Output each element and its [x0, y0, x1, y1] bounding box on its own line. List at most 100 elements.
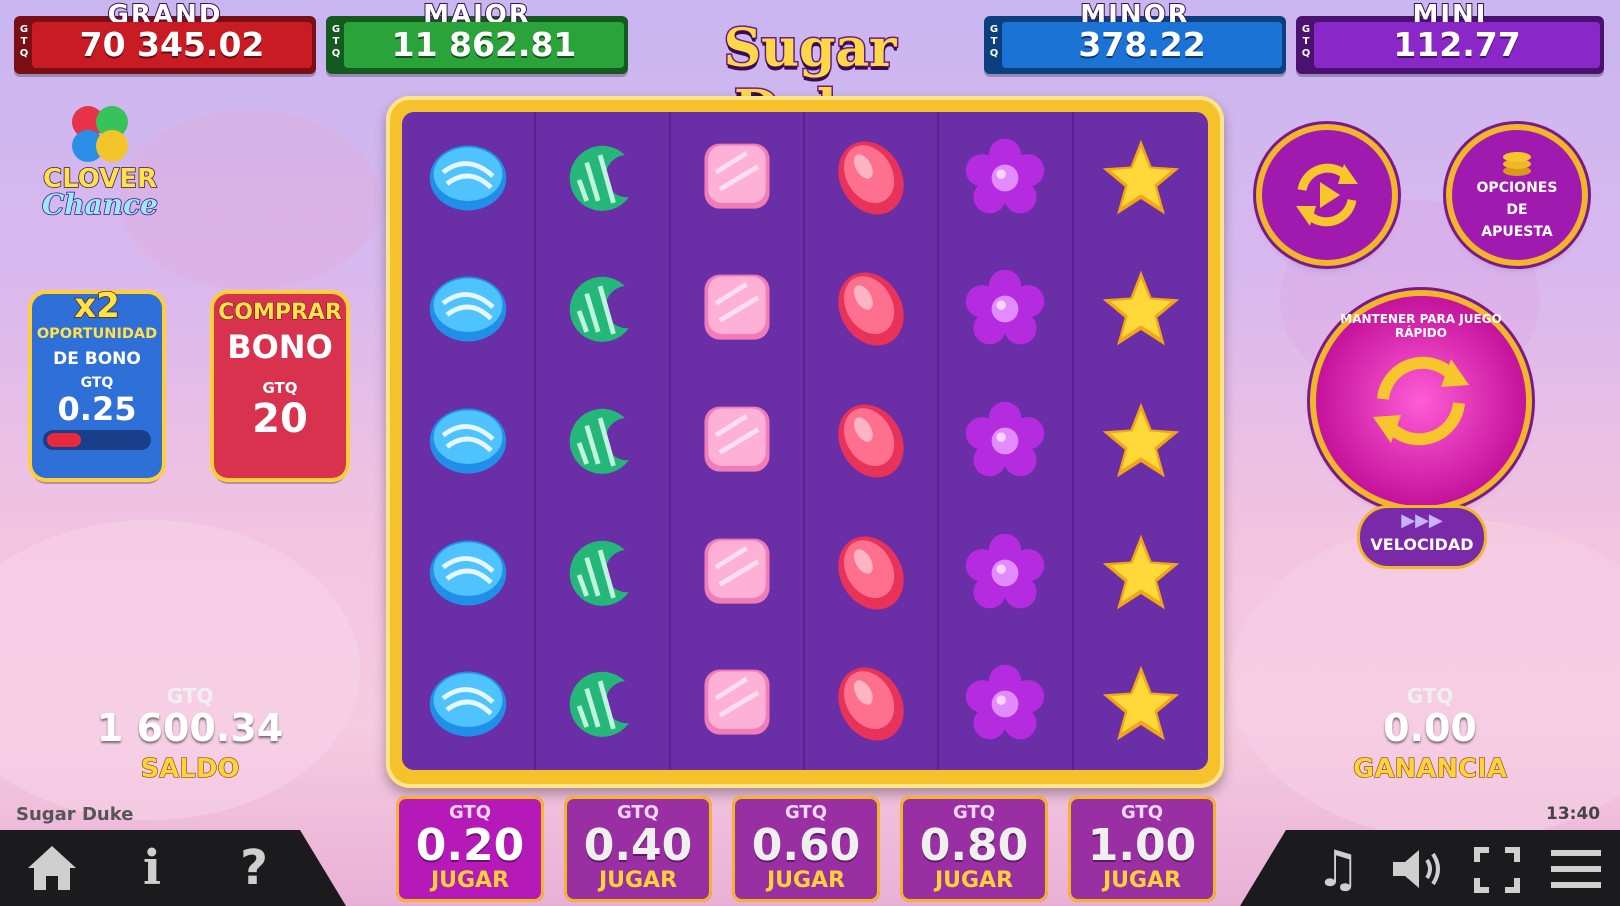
- reel-cell: [939, 112, 1074, 244]
- speed-button[interactable]: ▶▶▶ VELOCIDAD: [1360, 508, 1484, 566]
- reel-cell: [805, 506, 940, 639]
- pink-square-candy-icon: [704, 406, 770, 472]
- purple-flower-candy-icon: [966, 533, 1045, 608]
- reels-board: [386, 96, 1224, 788]
- home-button[interactable]: [20, 842, 84, 898]
- win-currency: GTQ: [1406, 684, 1454, 708]
- help-button[interactable]: ?: [232, 838, 276, 898]
- bet-button-1[interactable]: GTQ 0.20 JUGAR: [396, 796, 544, 902]
- music-button[interactable]: ♫: [1310, 840, 1366, 898]
- reel-cell: [805, 112, 940, 244]
- jackpot-minor-value: 378.22: [1002, 22, 1282, 68]
- speaker-icon: [1393, 850, 1440, 888]
- bonus-chance-value: 0.25: [57, 390, 137, 428]
- pink-square-candy-icon: [704, 669, 770, 735]
- fullscreen-button[interactable]: [1472, 846, 1522, 896]
- footer-clock: 13:40: [1546, 804, 1601, 824]
- green-moon-candy-icon: [570, 145, 630, 211]
- buy-bonus-currency: GTQ: [262, 379, 298, 397]
- sound-button[interactable]: [1388, 844, 1448, 898]
- jackpot-major-currency: G T Q: [331, 24, 341, 59]
- reel-cell: [402, 375, 537, 507]
- bet-amount: 0.60: [751, 820, 861, 871]
- blue-swirl-candy-icon: [429, 671, 507, 737]
- pink-square-candy-icon: [704, 538, 770, 604]
- speed-label: VELOCIDAD: [1370, 535, 1474, 554]
- purple-flower-candy-icon: [966, 270, 1045, 345]
- clover-chance-logo: CLOVER Chance: [30, 100, 170, 230]
- green-moon-candy-icon: [570, 277, 630, 343]
- jackpot-grand-value: 70 345.02: [32, 22, 312, 68]
- red-oval-candy-icon: [838, 536, 904, 610]
- buy-bonus-value: 20: [252, 396, 308, 442]
- bet-button-4[interactable]: GTQ 0.80 JUGAR: [900, 796, 1048, 902]
- reel-cell: [1074, 244, 1208, 376]
- reel-cell: [805, 375, 940, 507]
- autoplay-icon: [1296, 163, 1358, 227]
- yellow-star-candy-icon: [1102, 271, 1180, 346]
- bet-button-5[interactable]: GTQ 1.00 JUGAR: [1068, 796, 1216, 902]
- jackpot-mini-value: 112.77: [1314, 22, 1600, 68]
- bet-amount: 0.80: [919, 820, 1029, 871]
- reel-cell: [536, 638, 671, 770]
- pink-square-candy-icon: [704, 143, 770, 209]
- blue-swirl-candy-icon: [429, 408, 507, 474]
- reel-cell: [1074, 375, 1208, 507]
- reel-cell: [939, 638, 1074, 770]
- blue-swirl-candy-icon: [429, 276, 507, 342]
- music-icon: ♫: [1315, 840, 1361, 898]
- bonus-chance-line2: DE BONO: [53, 349, 141, 369]
- jackpot-major-value: 11 862.81: [344, 22, 624, 68]
- reel-cell: [1074, 507, 1208, 639]
- speed-icon: ▶▶▶: [1401, 510, 1443, 531]
- reel-cell: [536, 506, 671, 639]
- reel-cell: [536, 243, 671, 376]
- pink-square-candy-icon: [704, 274, 770, 340]
- bet-button-3[interactable]: GTQ 0.60 JUGAR: [732, 796, 880, 902]
- jackpot-minor: MINOR G T Q 378.22: [984, 0, 1286, 74]
- reel-cell: [402, 506, 537, 639]
- spin-button-label: MANTENER PARA JUEGO RÁPIDO: [1340, 312, 1502, 340]
- buy-bonus-line1: COMPRAR: [218, 300, 343, 326]
- clover-icon: [72, 106, 128, 162]
- menu-button[interactable]: [1548, 846, 1604, 896]
- bet-play-label: JUGAR: [934, 868, 1014, 893]
- reel-cell: [402, 112, 537, 244]
- bonus-chance-multiplier: x2: [73, 286, 120, 326]
- red-oval-candy-icon: [838, 272, 904, 346]
- reel-cell: [671, 375, 805, 507]
- bet-play-label: JUGAR: [1102, 868, 1182, 893]
- info-button[interactable]: i: [130, 838, 174, 898]
- coins-icon: [1503, 152, 1531, 176]
- yellow-star-candy-icon: [1102, 139, 1180, 215]
- purple-flower-candy-icon: [966, 138, 1045, 214]
- yellow-star-candy-icon: [1102, 402, 1180, 478]
- bet-options-line1: OPCIONES: [1476, 180, 1558, 196]
- red-oval-candy-icon: [838, 404, 904, 478]
- spin-button[interactable]: MANTENER PARA JUEGO RÁPIDO: [1316, 296, 1526, 506]
- reel-cell: [671, 506, 805, 639]
- bet-play-label: JUGAR: [430, 868, 510, 893]
- bet-amount: 0.20: [415, 820, 525, 871]
- spin-icon: [1373, 356, 1469, 446]
- autoplay-button[interactable]: [1262, 130, 1392, 260]
- reel-cell: [536, 375, 671, 507]
- win-label: GANANCIA: [1353, 754, 1508, 785]
- win-value: 0.00: [1383, 706, 1477, 750]
- buy-bonus-button[interactable]: COMPRAR BONO GTQ 20: [214, 294, 346, 478]
- jackpot-mini-currency: G T Q: [1301, 24, 1311, 59]
- reel-cell: [805, 638, 940, 770]
- green-moon-candy-icon: [570, 540, 630, 606]
- reel-cell: [671, 638, 805, 770]
- blue-swirl-candy-icon: [429, 145, 507, 211]
- home-icon: [28, 846, 76, 890]
- bet-amount: 1.00: [1087, 820, 1197, 871]
- bet-play-label: JUGAR: [598, 868, 678, 893]
- bet-button-2[interactable]: GTQ 0.40 JUGAR: [564, 796, 712, 902]
- bet-options-button[interactable]: OPCIONES DE APUESTA: [1452, 130, 1582, 260]
- bonus-chance-toggle[interactable]: [43, 430, 151, 450]
- menu-icon: [1551, 850, 1601, 888]
- reel-cell: [671, 112, 805, 244]
- bonus-chance-button[interactable]: x2 OPORTUNIDAD DE BONO GTQ 0.25: [32, 287, 162, 478]
- reel-cell: [671, 243, 805, 376]
